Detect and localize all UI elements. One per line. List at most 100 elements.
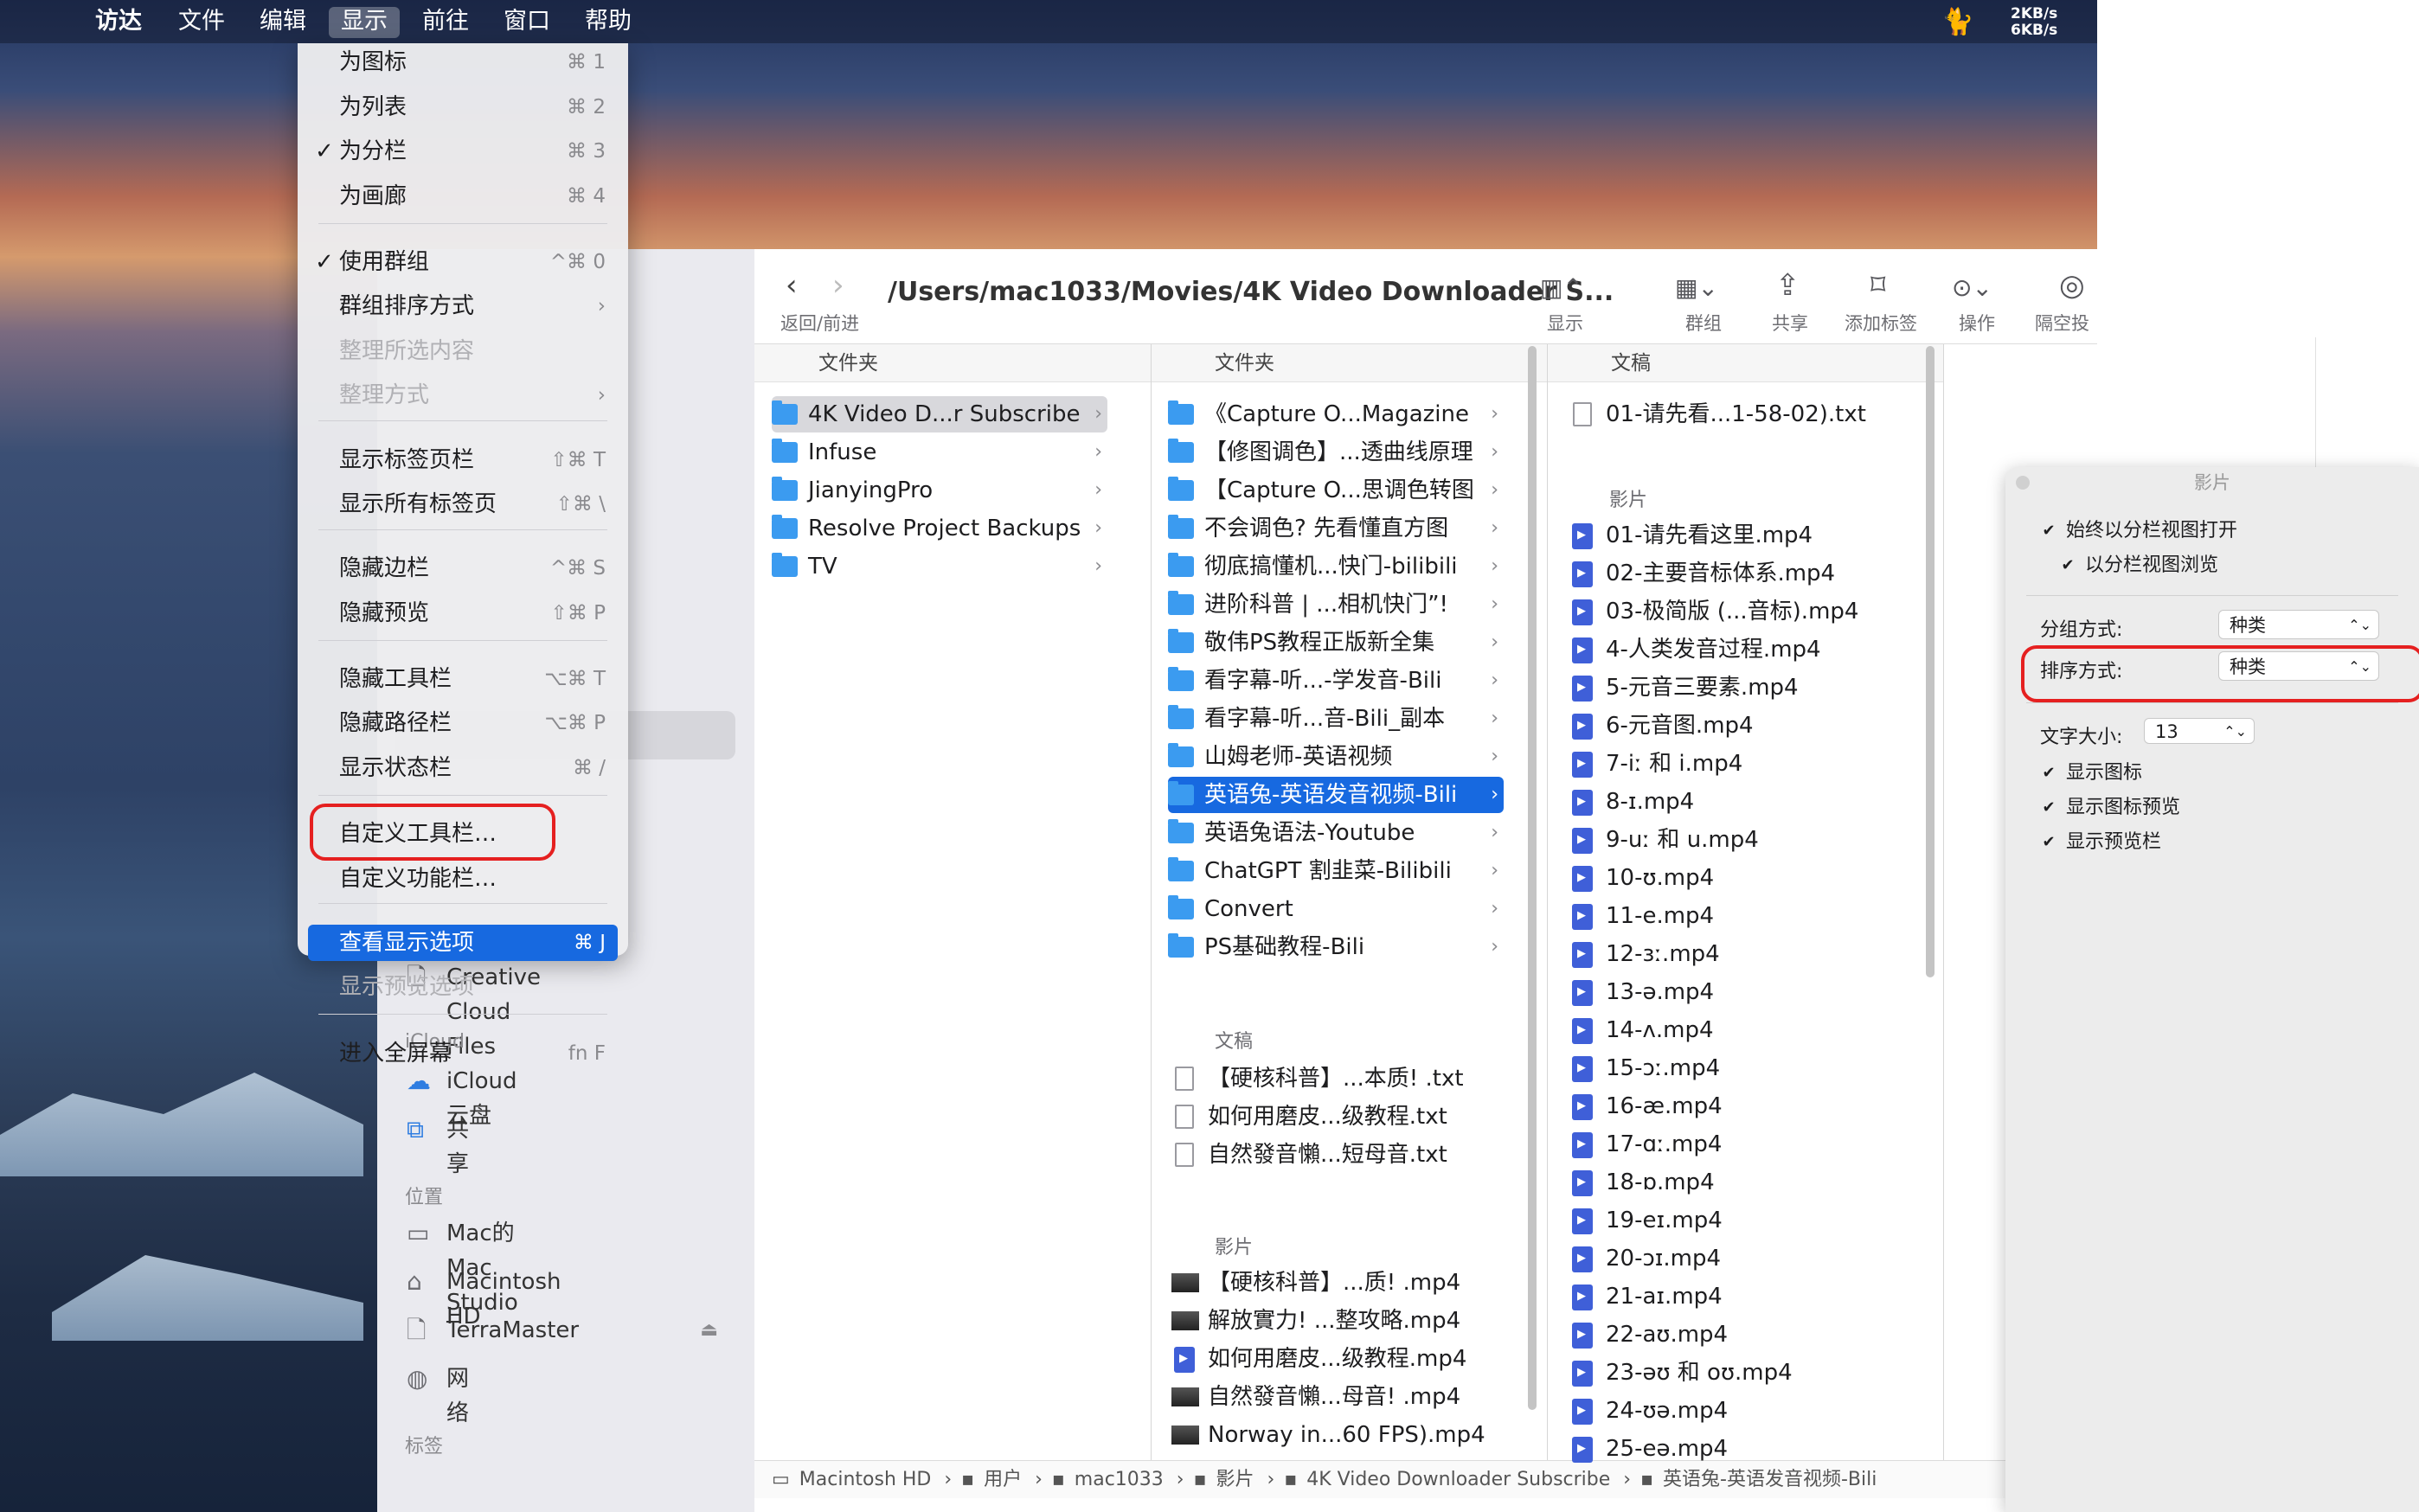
menu-item-2[interactable]: ✓ 为分栏 ⌘ 3 [308, 133, 618, 170]
folder-row[interactable]: 【Capture O...思调色转图 › [1168, 472, 1504, 509]
sidebar-item-terramaster[interactable]: 🗋 TerraMaster ⏏ [407, 1313, 718, 1348]
folder-row[interactable]: 4K Video D...r Subscribe › [772, 396, 1107, 432]
menu-item-12[interactable]: 隐藏工具栏 ⌥⌘ T [308, 661, 618, 697]
file-row[interactable]: 【硬核科普】...本质! .txt [1171, 1060, 1504, 1097]
file-row[interactable]: 19-eɪ.mp4 [1569, 1202, 1915, 1239]
folder-row[interactable]: JianyingPro › [772, 472, 1107, 509]
file-row[interactable]: 10-ʊ.mp4 [1569, 860, 1915, 896]
file-row[interactable]: 25-eə.mp4 [1569, 1431, 1915, 1467]
file-row[interactable]: 9-uː 和 u.mp4 [1569, 822, 1915, 858]
file-row[interactable]: 01-请先看这里.mp4 [1569, 517, 1915, 554]
folder-row[interactable]: 进阶科普 | ...相机快门”! › [1168, 586, 1504, 623]
file-row[interactable]: 12-ɜː.mp4 [1569, 936, 1915, 972]
menu-item-9[interactable]: 显示所有标签页 ⇧⌘ \ [308, 486, 618, 522]
folder-row[interactable]: Resolve Project Backups › [772, 510, 1107, 547]
path-segment[interactable]: ▭ Macintosh HD [772, 1469, 934, 1490]
apple-menu-icon[interactable] [26, 7, 50, 38]
scrollbar[interactable] [1926, 346, 1935, 977]
folder-row[interactable]: TV › [772, 548, 1107, 585]
menu-item-16[interactable]: 自定义功能栏… [308, 861, 618, 897]
column-divider[interactable] [1943, 344, 1944, 1460]
back-icon[interactable]: ‹ [786, 268, 798, 303]
action-icon[interactable]: ⊙⌄ [1952, 273, 1992, 302]
menu-item-5[interactable]: 群组排序方式 › [308, 288, 618, 324]
file-row[interactable]: 8-ɪ.mp4 [1569, 784, 1915, 820]
file-row[interactable]: 21-aɪ.mp4 [1569, 1278, 1915, 1315]
menu-item-0[interactable]: 为图标 ⌘ 1 [308, 44, 618, 80]
path-segment[interactable]: ▪ mac1033 [1052, 1469, 1167, 1490]
path-segment[interactable]: ▪ 英语兔-英语发音视频-Bili [1640, 1469, 1880, 1490]
file-row[interactable]: 18-ɒ.mp4 [1569, 1164, 1915, 1201]
file-row[interactable]: 01-请先看...1-58-02).txt [1569, 396, 1915, 432]
folder-row[interactable]: 山姆老师-英语视频 › [1168, 739, 1504, 775]
menu-item-14[interactable]: 显示状态栏 ⌘ / [308, 750, 618, 786]
menu-go[interactable]: 前往 [410, 7, 481, 38]
menu-edit[interactable]: 编辑 [247, 7, 318, 38]
file-row[interactable]: 自然發音懶...短母音.txt [1171, 1137, 1504, 1173]
cat-icon[interactable]: 🐈 [1941, 7, 1973, 37]
file-row[interactable]: 24-ʊə.mp4 [1569, 1393, 1915, 1429]
menu-help[interactable]: 帮助 [573, 7, 644, 38]
folder-row[interactable]: ChatGPT 割韭菜-Bilibili › [1168, 853, 1504, 889]
menu-item-11[interactable]: 隐藏预览 ⇧⌘ P [308, 595, 618, 631]
file-row[interactable]: 03-极简版 (...音标).mp4 [1569, 593, 1915, 630]
folder-row[interactable]: Convert › [1168, 891, 1504, 927]
file-row[interactable]: 11-e.mp4 [1569, 898, 1915, 934]
menu-finder[interactable]: 访达 [83, 7, 154, 38]
file-row[interactable]: 7-iː 和 i.mp4 [1569, 746, 1915, 782]
path-segment[interactable]: ▪ 影片 [1194, 1469, 1258, 1490]
tag-icon[interactable]: ⌑ [1870, 268, 1885, 303]
path-segment[interactable]: ▪ 4K Video Downloader Subscribe [1284, 1469, 1614, 1490]
folder-row[interactable]: 敬伟PS教程正版新全集 › [1168, 625, 1504, 661]
file-row[interactable]: 自然發音懶...母音! .mp4 [1171, 1379, 1504, 1415]
folder-row[interactable]: 看字幕-听...-学发音-Bili › [1168, 663, 1504, 699]
share-icon[interactable]: ⇪ [1775, 268, 1800, 303]
file-row[interactable]: 如何用磨皮...级教程.txt [1171, 1099, 1504, 1135]
folder-row[interactable]: 看字幕-听...音-Bili_副本 › [1168, 701, 1504, 737]
file-row[interactable]: 14-ʌ.mp4 [1569, 1012, 1915, 1048]
text-size-select[interactable]: 13 ⌃⌄ [2144, 718, 2255, 744]
menu-file[interactable]: 文件 [166, 7, 237, 38]
file-row[interactable]: 17-ɑː.mp4 [1569, 1126, 1915, 1163]
folder-row[interactable]: 彻底搞懂机...快门-bilibili › [1168, 548, 1504, 585]
file-row[interactable]: 4-人类发音过程.mp4 [1569, 631, 1915, 668]
path-segment[interactable]: ▪ 用户 [961, 1469, 1025, 1490]
file-row[interactable]: 【硬核科普】...质! .mp4 [1171, 1265, 1504, 1301]
file-row[interactable]: 5-元音三要素.mp4 [1569, 670, 1915, 706]
file-row[interactable]: 13-ə.mp4 [1569, 974, 1915, 1010]
file-row[interactable]: 20-ɔɪ.mp4 [1569, 1240, 1915, 1277]
file-row[interactable]: Norway in...60 FPS).mp4 [1171, 1417, 1504, 1453]
folder-row[interactable]: 【修图调色】...透曲线原理 › [1168, 434, 1504, 471]
folder-row[interactable]: 英语兔语法-Youtube › [1168, 815, 1504, 851]
group-by-select[interactable]: 种类 ⌃⌄ [2218, 610, 2379, 639]
menu-view[interactable]: 显示 [329, 7, 400, 38]
column-divider[interactable] [1151, 344, 1152, 1460]
close-button[interactable] [2016, 476, 2030, 490]
menu-item-4[interactable]: ✓ 使用群组 ^⌘ 0 [308, 244, 618, 280]
folder-row[interactable]: 英语兔-英语发音视频-Bili › [1168, 777, 1504, 813]
folder-row[interactable]: PS基础教程-Bili › [1168, 929, 1504, 965]
scrollbar[interactable] [1528, 346, 1537, 1410]
folder-row[interactable]: Infuse › [772, 434, 1107, 471]
menu-item-19[interactable]: 进入全屏幕 fn F [308, 1035, 618, 1072]
column-divider[interactable] [1547, 344, 1548, 1460]
file-row[interactable]: 16-æ.mp4 [1569, 1088, 1915, 1124]
file-row[interactable]: 23-əʊ 和 oʊ.mp4 [1569, 1355, 1915, 1391]
menu-item-3[interactable]: 为画廊 ⌘ 4 [308, 178, 618, 215]
file-row[interactable]: 15-ɔː.mp4 [1569, 1050, 1915, 1086]
file-row[interactable]: 解放實力! ...整攻略.mp4 [1171, 1303, 1504, 1339]
menu-item-8[interactable]: 显示标签页栏 ⇧⌘ T [308, 442, 618, 478]
menu-item-10[interactable]: 隐藏边栏 ^⌘ S [308, 550, 618, 586]
group-icon[interactable]: ▦⌄ [1675, 273, 1718, 302]
forward-icon[interactable]: › [832, 268, 844, 303]
file-row[interactable]: 6-元音图.mp4 [1569, 708, 1915, 744]
file-row[interactable]: 22-aʊ.mp4 [1569, 1317, 1915, 1353]
eject-icon[interactable]: ⏏ [700, 1313, 718, 1348]
file-row[interactable]: 02-主要音标体系.mp4 [1569, 555, 1915, 592]
menu-item-17[interactable]: 查看显示选项 ⌘ J [308, 924, 618, 961]
columns-view-icon[interactable]: ▥⌃ [1540, 273, 1583, 302]
menu-item-1[interactable]: 为列表 ⌘ 2 [308, 89, 618, 125]
menu-item-13[interactable]: 隐藏路径栏 ⌥⌘ P [308, 705, 618, 741]
folder-row[interactable]: 《Capture O...Magazine › [1168, 396, 1504, 432]
file-row[interactable]: 如何用磨皮...级教程.mp4 [1171, 1341, 1504, 1377]
